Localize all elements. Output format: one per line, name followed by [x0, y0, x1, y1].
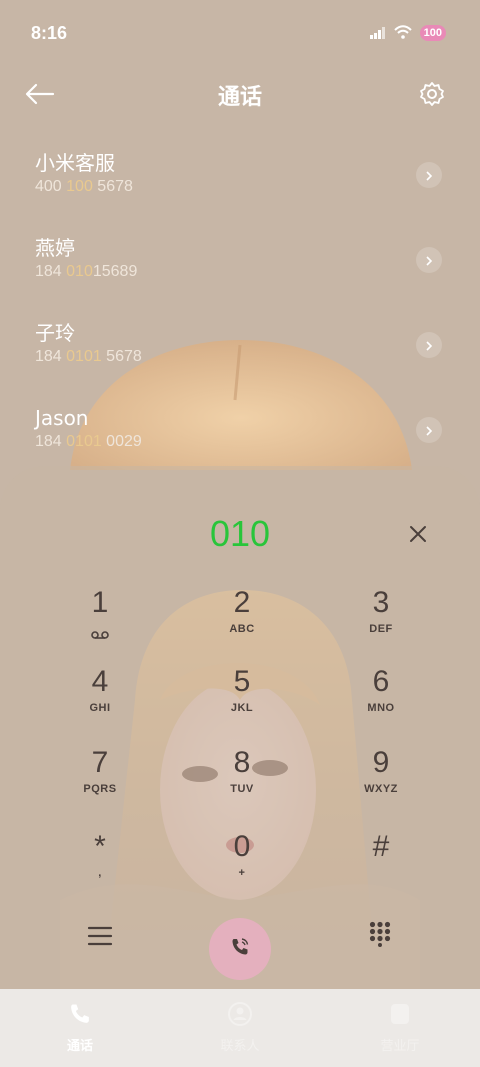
contact-detail-button[interactable]	[416, 162, 442, 188]
key-letters: MNO	[367, 702, 395, 714]
gear-icon	[419, 81, 445, 111]
settings-button[interactable]	[414, 78, 450, 114]
key-digit: 1	[91, 586, 109, 619]
status-time: 8:16	[31, 22, 68, 43]
call-button[interactable]	[209, 918, 271, 980]
contact-detail-button[interactable]	[416, 332, 442, 358]
page-title: 通话	[217, 85, 262, 110]
key-4[interactable]: 4 GHI	[50, 665, 150, 733]
chevron-right-icon	[424, 421, 434, 440]
tab-label: 营业厅	[380, 1039, 420, 1054]
key-9[interactable]: 9 WXYZ	[331, 746, 431, 814]
key-star[interactable]: * ,	[50, 830, 150, 898]
key-letters: JKL	[230, 702, 254, 714]
contact-row[interactable]: Jason 184 0101 0029	[0, 387, 480, 472]
key-letters: +	[238, 867, 246, 879]
key-digit: 3	[372, 586, 390, 619]
key-1[interactable]: 1	[50, 586, 150, 654]
contact-suggestion-list: 小米客服 400 100 5678 燕婷 184 01015689 子玲 184…	[0, 132, 480, 472]
status-icons: 100	[369, 24, 446, 43]
tab-label: 通话	[66, 1039, 93, 1054]
contact-row[interactable]: 燕婷 184 01015689	[0, 217, 480, 302]
chevron-right-icon	[424, 166, 434, 185]
store-icon	[387, 1001, 413, 1031]
key-digit: 0	[233, 830, 251, 863]
signal-icon	[369, 24, 386, 43]
status-bar: 8:16 100	[0, 0, 480, 66]
back-arrow-icon	[25, 83, 55, 109]
contact-detail-button[interactable]	[416, 247, 442, 273]
key-digit: 2	[233, 586, 251, 619]
tab-calls[interactable]: 通话	[0, 989, 160, 1067]
clear-input-button[interactable]	[402, 520, 434, 552]
contact-number: 184 01015689	[35, 263, 138, 280]
key-letters: ,	[98, 867, 102, 879]
tab-label: 联系人	[220, 1039, 260, 1054]
key-digit: *	[94, 830, 106, 863]
back-button[interactable]	[22, 78, 58, 114]
key-2[interactable]: 2 ABC	[192, 586, 292, 654]
dialpad-icon	[369, 921, 391, 951]
key-8[interactable]: 8 TUV	[192, 746, 292, 814]
key-letters: DEF	[369, 623, 393, 635]
tab-contacts[interactable]: 联系人	[160, 989, 320, 1067]
contact-name: 燕婷	[35, 236, 75, 260]
contact-number: 400 100 5678	[35, 178, 133, 195]
contact-detail-button[interactable]	[416, 417, 442, 443]
key-5[interactable]: 5 JKL	[192, 665, 292, 733]
close-icon	[408, 524, 428, 548]
battery-icon: 100	[419, 25, 446, 41]
voicemail-icon	[91, 624, 109, 643]
key-digit: 8	[233, 746, 251, 779]
contact-row[interactable]: 小米客服 400 100 5678	[0, 132, 480, 217]
contact-number: 184 0101 0029	[35, 433, 142, 450]
key-6[interactable]: 6 MNO	[331, 665, 431, 733]
key-0[interactable]: 0 +	[192, 830, 292, 898]
key-digit: 4	[91, 665, 109, 698]
wifi-icon	[393, 24, 412, 43]
tab-store[interactable]: 营业厅	[320, 989, 480, 1067]
key-digit: #	[372, 830, 390, 863]
menu-button[interactable]	[84, 922, 116, 954]
key-letters: PQRS	[83, 783, 117, 795]
contact-row[interactable]: 子玲 184 0101 5678	[0, 302, 480, 387]
keypad-toggle-button[interactable]	[364, 920, 396, 952]
bottom-navigation: 通话 联系人 营业厅	[0, 989, 480, 1067]
key-letters: ABC	[229, 623, 255, 635]
key-digit: 6	[372, 665, 390, 698]
contacts-icon	[227, 1001, 253, 1031]
key-hash[interactable]: #	[331, 830, 431, 898]
app-bar: 通话	[0, 66, 480, 124]
chevron-right-icon	[424, 251, 434, 270]
phone-icon	[67, 1001, 93, 1031]
chevron-right-icon	[424, 336, 434, 355]
key-digit: 7	[91, 746, 109, 779]
phone-call-icon	[229, 936, 251, 962]
key-letters: TUV	[230, 783, 254, 795]
key-3[interactable]: 3 DEF	[331, 586, 431, 654]
key-7[interactable]: 7 PQRS	[50, 746, 150, 814]
key-letters: WXYZ	[364, 783, 398, 795]
contact-name: Jason	[35, 406, 89, 430]
contact-name: 子玲	[35, 321, 75, 345]
contact-name: 小米客服	[35, 151, 115, 175]
contact-number: 184 0101 5678	[35, 348, 142, 365]
key-digit: 9	[372, 746, 390, 779]
key-letters: GHI	[89, 702, 111, 714]
key-digit: 5	[233, 665, 251, 698]
hamburger-menu-icon	[87, 925, 113, 951]
